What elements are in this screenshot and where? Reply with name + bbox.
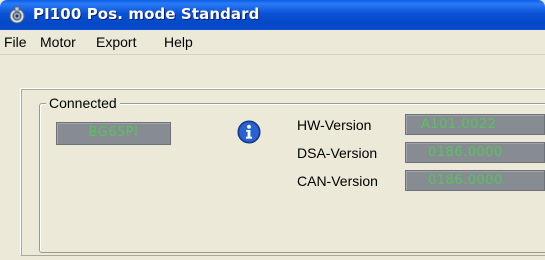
window-title: PI100 Pos. mode Standard [33, 5, 260, 23]
motor-app-icon [9, 6, 25, 24]
menu-bar: File Motor Export Help [0, 30, 545, 55]
title-bar[interactable]: PI100 Pos. mode Standard [0, 0, 545, 30]
dsa-version-label: DSA-Version [297, 145, 378, 161]
hw-version-value: A101.0022 [405, 114, 545, 135]
can-version-label: CAN-Version [297, 173, 378, 189]
info-icon[interactable] [237, 120, 261, 144]
menu-motor[interactable]: Motor [39, 33, 77, 51]
connection-caption: Connected [46, 94, 120, 112]
can-version-value: 0186.0000 [405, 170, 545, 191]
hw-version-label: HW-Version [297, 117, 372, 133]
menu-file[interactable]: File [3, 33, 28, 51]
device-name-display: BG65PI [56, 122, 171, 145]
dsa-version-value: 0186.0000 [405, 142, 545, 163]
menu-help[interactable]: Help [163, 33, 194, 51]
menu-export[interactable]: Export [95, 33, 137, 51]
